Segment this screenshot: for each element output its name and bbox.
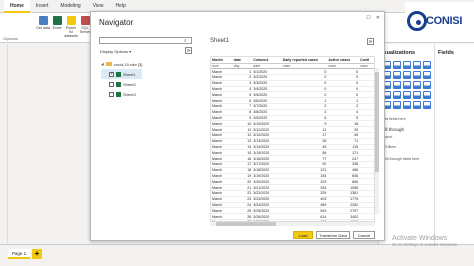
add-page-button[interactable]: + [32, 249, 42, 259]
close-icon[interactable]: ✕ [376, 15, 380, 21]
maximize-icon[interactable]: ☐ [366, 15, 370, 21]
tab-home[interactable]: Home [4, 0, 30, 13]
stacked-area-icon[interactable] [403, 71, 411, 79]
preview-grid: Month date Column1 Daily reported cases Acti… [210, 56, 375, 222]
table-icon[interactable] [403, 101, 411, 109]
excel-icon [52, 16, 62, 25]
collapse-caret-icon[interactable]: ◢ [101, 62, 104, 66]
preview-title: Sheet1 [210, 38, 230, 44]
combo-chart-icon[interactable] [413, 71, 421, 79]
drill-through-header: rill through [383, 127, 405, 132]
sheet-icon [116, 71, 121, 77]
visualizations-pane: isualizations ata fields here rill throu… [378, 44, 434, 244]
database-icon [38, 16, 48, 25]
matrix-icon[interactable] [413, 101, 421, 109]
clustered-bar-icon[interactable] [403, 61, 411, 69]
slicer-icon[interactable] [393, 101, 401, 109]
horizontal-scrollbar[interactable] [210, 222, 375, 226]
python-visual-icon[interactable] [423, 101, 431, 109]
get-data-button[interactable]: Get data [36, 16, 50, 30]
activate-windows-watermark: Activate Windows Go to Settings to activ… [392, 235, 459, 247]
clustered-column-icon[interactable] [413, 61, 421, 69]
navigator-dialog: Navigator ☐ ✕ ⌕ Display Options ▾ ⟳ ◢ co… [90, 11, 385, 241]
powerbi-icon [66, 16, 76, 25]
pie-chart-icon[interactable] [403, 81, 411, 89]
scroll-thumb[interactable] [375, 72, 379, 172]
preview-refresh-icon[interactable]: ⟳ [367, 38, 374, 45]
area-chart-icon[interactable] [393, 71, 401, 79]
folder-icon [105, 62, 112, 66]
sheet-icon [116, 81, 121, 87]
logo-ring-icon [407, 11, 427, 31]
dialog-title: Navigator [99, 18, 134, 27]
cross-report-label: report [383, 135, 393, 139]
funnel-icon[interactable] [403, 91, 411, 99]
clipboard-group-label: Clipboard [3, 37, 18, 41]
tree-root[interactable]: ◢ covid-19.xlsx [3] [101, 59, 142, 69]
keep-filters-label: all filters [383, 145, 397, 149]
search-input[interactable] [99, 37, 192, 44]
sheet-icon [116, 91, 121, 97]
vertical-scrollbar[interactable] [375, 68, 379, 214]
search-icon[interactable]: ⌕ [184, 38, 189, 43]
powerbi-datasets-button[interactable]: Power BI datasets [64, 16, 78, 38]
visual-gallery [379, 61, 434, 109]
sheet1-checkbox[interactable] [109, 71, 114, 77]
filled-map-icon[interactable] [393, 91, 401, 99]
navigator-tree: ◢ covid-19.xlsx [3] Sheet1 Sheet2 Sheet3 [101, 59, 143, 99]
cancel-button[interactable]: Cancel [353, 231, 375, 239]
load-button[interactable]: Load [293, 231, 313, 239]
excel-button[interactable]: Excel [50, 16, 64, 30]
scroll-thumb[interactable] [216, 222, 276, 226]
drill-fields-drop: drill through fields here [383, 157, 420, 161]
add-fields-hint: ata fields here [383, 117, 406, 121]
tree-item-sheet2[interactable]: Sheet2 [101, 79, 142, 89]
refresh-icon[interactable]: ⟳ [185, 47, 192, 54]
transform-data-button[interactable]: Transform Data [316, 231, 350, 239]
stacked-column-icon[interactable] [393, 61, 401, 69]
donut-chart-icon[interactable] [413, 81, 421, 89]
window-controls: ☐ ✕ [366, 15, 380, 21]
card-icon[interactable] [423, 91, 431, 99]
scatter-icon[interactable] [393, 81, 401, 89]
fields-pane: Fields [434, 44, 474, 244]
display-options-dropdown[interactable]: Display Options ▾ [100, 49, 131, 54]
page-tab[interactable]: Page 1 [8, 249, 30, 259]
sheet2-checkbox[interactable] [109, 81, 114, 87]
tab-modeling[interactable]: Modeling [54, 0, 86, 13]
tree-item-sheet1[interactable]: Sheet1 [101, 69, 143, 79]
sheet3-checkbox[interactable] [109, 91, 114, 97]
tree-item-sheet3[interactable]: Sheet3 [101, 89, 142, 99]
gauge-icon[interactable] [413, 91, 421, 99]
ribbon-chart-icon[interactable] [423, 71, 431, 79]
preview-table: Month date Column1 Daily reported cases Acti… [211, 57, 374, 221]
econisi-logo: CONISI [405, 2, 474, 40]
percent-bar-icon[interactable] [423, 61, 431, 69]
page-bar: Page 1 + [0, 244, 474, 266]
left-rail [0, 44, 8, 244]
treemap-icon[interactable] [423, 81, 431, 89]
fields-title: Fields [438, 50, 454, 56]
visualizations-title: isualizations [382, 50, 416, 56]
sql-icon [80, 16, 90, 25]
tab-insert[interactable]: Insert [30, 0, 55, 13]
